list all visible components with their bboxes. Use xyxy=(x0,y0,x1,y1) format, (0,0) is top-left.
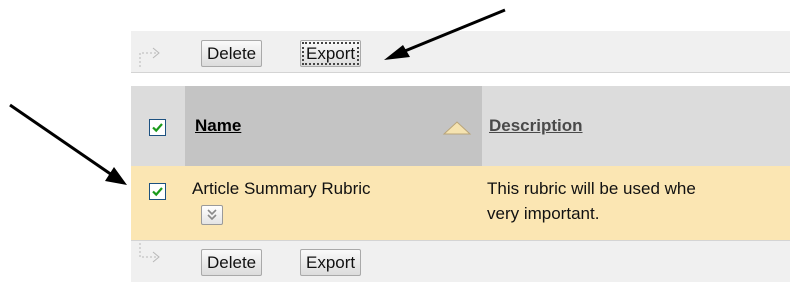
table-header-row: Name Description xyxy=(131,86,790,166)
annotation-arrow-row xyxy=(9,103,113,177)
checkmark-icon xyxy=(152,123,163,133)
select-all-checkbox[interactable] xyxy=(149,119,166,136)
rubric-list-panel: Delete Export Name Description Article S… xyxy=(131,31,790,292)
name-column-sort-link[interactable]: Name xyxy=(195,116,241,136)
description-column-sort-link[interactable]: Description xyxy=(489,116,583,136)
delete-button[interactable]: Delete xyxy=(201,40,263,67)
table-row: Article Summary Rubric This rubric will … xyxy=(131,166,790,241)
action-bar-bottom: Delete Export xyxy=(131,240,790,282)
hook-arrow-icon xyxy=(139,243,160,263)
export-button[interactable]: Export xyxy=(300,40,362,67)
annotation-arrowhead-row xyxy=(105,167,127,185)
rubric-description-line2: very important. xyxy=(487,204,600,223)
export-button[interactable]: Export xyxy=(300,249,362,276)
item-menu-button[interactable] xyxy=(201,205,223,225)
delete-button[interactable]: Delete xyxy=(201,249,263,276)
action-bar-top: Delete Export xyxy=(131,31,790,73)
sort-ascending-icon[interactable] xyxy=(442,120,472,136)
hook-arrow-icon xyxy=(139,47,160,67)
row-checkbox[interactable] xyxy=(149,183,166,200)
checkmark-icon xyxy=(152,187,163,197)
rubric-name: Article Summary Rubric xyxy=(192,179,371,198)
rubric-description-line1: This rubric will be used whe xyxy=(487,179,696,198)
chevron-down-icon xyxy=(207,209,217,221)
